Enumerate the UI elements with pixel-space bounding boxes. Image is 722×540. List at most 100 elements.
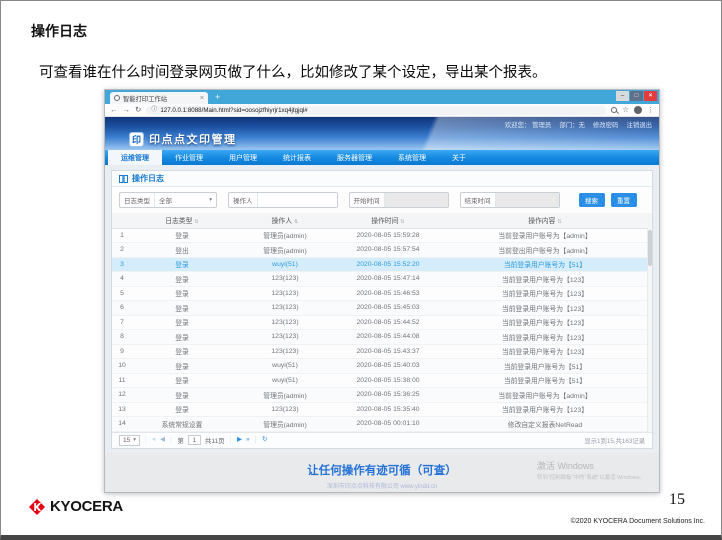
minimize-button[interactable]: – (616, 91, 629, 101)
app-logo-icon: 印 (129, 132, 144, 147)
windows-activation-watermark: 激活 Windows 转到“控制面板”中的“系统”以激活 Windows。 (537, 459, 645, 481)
page-size-select[interactable]: 15 ▾ (119, 435, 140, 446)
nav-tab[interactable]: 系统管理 (385, 150, 439, 165)
zoom-search-icon[interactable] (611, 107, 617, 113)
log-table-header-row: 日志类型⇅操作人⇅操作时间⇅操作内容⇅ (112, 213, 652, 228)
nav-tab[interactable]: 运维管理 (108, 150, 162, 165)
operator-filter: 操作人 (228, 192, 338, 208)
user-bar: 欢迎您： 管理员 部门：无 修改密码 注销退出 (505, 120, 652, 129)
column-header[interactable]: 日志类型⇅ (132, 213, 232, 228)
logout-link[interactable]: 注销退出 (626, 120, 652, 129)
table-row[interactable]: 10登录wuyi(51)2020-08-05 15:40:03当前登录用户账号为… (112, 359, 652, 374)
new-tab-button[interactable]: + (215, 92, 220, 104)
window-controls: – □ × (616, 91, 657, 101)
column-header-index (112, 213, 132, 228)
nav-tab[interactable]: 用户管理 (216, 150, 270, 165)
activate-windows-line2: 转到“控制面板”中的“系统”以激活 Windows。 (537, 473, 645, 481)
table-row[interactable]: 7登录123(123)2020-08-05 15:44:52当前登录用户账号为【… (112, 315, 652, 330)
start-time-filter: 开始时间 (349, 192, 449, 208)
search-button[interactable]: 搜索 (579, 193, 605, 207)
table-row[interactable]: 8登录123(123)2020-08-05 15:44:08当前登录用户账号为【… (112, 330, 652, 345)
column-header[interactable]: 操作时间⇅ (338, 213, 438, 228)
department-text: 部门：无 (559, 120, 585, 129)
column-header[interactable]: 操作内容⇅ (438, 213, 652, 228)
pagination-summary: 显示1到15,共163记录 (584, 436, 645, 445)
bookmark-star-icon[interactable]: ☆ (622, 106, 629, 114)
log-table: 日志类型⇅操作人⇅操作时间⇅操作内容⇅ 1登录管理员(admin)2020-08… (112, 213, 652, 432)
reload-icon[interactable]: ↻ (135, 106, 141, 114)
back-icon[interactable]: ← (110, 106, 118, 114)
sort-icon[interactable]: ⇅ (557, 219, 561, 225)
filter-buttons: 搜索 重置 (579, 193, 637, 207)
refresh-icon[interactable]: ↻ (262, 437, 267, 444)
nav-tab[interactable]: 统计报表 (270, 150, 324, 165)
log-type-filter: 日志类型 全部 ▾ (119, 192, 217, 208)
sort-icon[interactable]: ⇅ (400, 219, 404, 225)
start-time-input[interactable] (384, 193, 448, 207)
operator-input[interactable] (257, 193, 337, 207)
current-page-input[interactable]: 1 (188, 435, 201, 445)
nav-tab[interactable]: 关于 (439, 150, 479, 165)
end-time-filter: 结束时间 (460, 192, 560, 208)
kyocera-wordmark: KYOCERA (50, 498, 123, 515)
browser-window: 智能打印工作站 × + – □ × ← → ↻ ⓘ 127.0.0.1:8088… (104, 89, 660, 493)
log-table-wrap: 日志类型⇅操作人⇅操作时间⇅操作内容⇅ 1登录管理员(admin)2020-08… (112, 213, 652, 432)
slide-title: 操作日志 (31, 21, 87, 41)
table-row[interactable]: 2登出管理员(admin)2020-08-05 15:57:54当前登出用户账号… (112, 243, 652, 258)
log-type-value: 全部 (159, 195, 172, 205)
last-page-icon[interactable]: » (246, 437, 250, 444)
table-row[interactable]: 3登录wuyi(51)2020-08-05 15:52:20当前登录用户账号为【… (112, 257, 652, 272)
end-time-label: 结束时间 (461, 195, 495, 205)
sort-icon[interactable]: ⇅ (194, 219, 198, 225)
chevron-down-icon: ▾ (133, 437, 136, 443)
table-scrollbar[interactable] (647, 228, 652, 432)
tab-close-icon[interactable]: × (200, 95, 204, 102)
browser-tab[interactable]: 智能打印工作站 × (110, 92, 208, 104)
table-row[interactable]: 6登录123(123)2020-08-05 15:45:03当前登录用户账号为【… (112, 301, 652, 316)
log-type-label: 日志类型 (120, 195, 154, 205)
log-type-select[interactable]: 全部 ▾ (154, 193, 216, 207)
table-row[interactable]: 11登录wuyi(51)2020-08-05 15:38:00当前登录用户账号为… (112, 373, 652, 388)
table-row[interactable]: 4登录123(123)2020-08-05 15:47:14当前登录用户账号为【… (112, 272, 652, 287)
page-content: 操作日志 日志类型 全部 ▾ 操作人 开始时间 (105, 165, 659, 492)
welcome-text: 欢迎您： 管理员 (505, 120, 552, 129)
prev-page-icon[interactable]: ◀ (160, 437, 165, 444)
table-row[interactable]: 12登录管理员(admin)2020-08-05 15:36:25当前登录用户账… (112, 388, 652, 403)
nav-tab[interactable]: 服务器管理 (324, 150, 385, 165)
app-logo: 印 印点点文印管理 (129, 131, 237, 147)
next-page-icon[interactable]: ▶ (237, 437, 242, 444)
page-number: 15 (669, 491, 685, 509)
slide-description: 可查看谁在什么时间登录网页做了什么，比如修改了某个设定，导出某个报表。 (39, 61, 547, 82)
browser-addressbar: ← → ↻ ⓘ 127.0.0.1:8088/Main.html?sid=oos… (105, 104, 659, 117)
table-row[interactable]: 14系统常规设置管理员(admin)2020-08-05 00:01:10修改自… (112, 417, 652, 432)
nav-tab[interactable]: 作业管理 (162, 150, 216, 165)
table-row[interactable]: 13登录123(123)2020-08-05 15:35:40当前登录用户账号为… (112, 402, 652, 417)
operation-log-panel: 操作日志 日志类型 全部 ▾ 操作人 开始时间 (111, 170, 653, 449)
maximize-button[interactable]: □ (630, 91, 643, 101)
start-time-label: 开始时间 (350, 195, 384, 205)
chevron-down-icon: ▾ (209, 197, 212, 203)
forward-icon[interactable]: → (123, 106, 131, 114)
close-button[interactable]: × (644, 91, 657, 101)
first-page-icon[interactable]: « (152, 437, 156, 444)
table-row[interactable]: 5登录123(123)2020-08-05 15:46:53当前登录用户账号为【… (112, 286, 652, 301)
activate-windows-line1: 激活 Windows (537, 459, 645, 472)
table-row[interactable]: 9登录123(123)2020-08-05 15:43:37当前登录用户账号为【… (112, 344, 652, 359)
table-row[interactable]: 1登录管理员(admin)2020-08-05 15:59:28当前登录用户账号… (112, 228, 652, 243)
scrollbar-thumb[interactable] (648, 230, 652, 266)
log-table-body: 1登录管理员(admin)2020-08-05 15:59:28当前登录用户账号… (112, 228, 652, 431)
browser-menu-icon[interactable]: ⋮ (647, 107, 654, 114)
url-text: 127.0.0.1:8088/Main.html?sid=oosojzfhiyr… (160, 107, 307, 114)
sort-icon[interactable]: ⇅ (294, 219, 298, 225)
profile-avatar-icon[interactable] (634, 106, 642, 114)
company-watermark: 深圳市印点点科技有限公司 www.yindd.cn (105, 481, 659, 490)
end-time-input[interactable] (495, 193, 559, 207)
url-bar[interactable]: ⓘ 127.0.0.1:8088/Main.html?sid=oosojzfhi… (146, 106, 606, 115)
slide: 操作日志 可查看谁在什么时间登录网页做了什么，比如修改了某个设定，导出某个报表。… (0, 0, 722, 540)
site-info-icon[interactable]: ⓘ (151, 107, 157, 113)
bottom-band: 让任何操作有迹可循（可查） 深圳市印点点科技有限公司 www.yindd.cn … (105, 453, 659, 493)
column-header[interactable]: 操作人⇅ (232, 213, 338, 228)
section-header: 操作日志 (112, 171, 652, 187)
reset-button[interactable]: 重置 (611, 193, 637, 207)
change-password-link[interactable]: 修改密码 (593, 120, 619, 129)
